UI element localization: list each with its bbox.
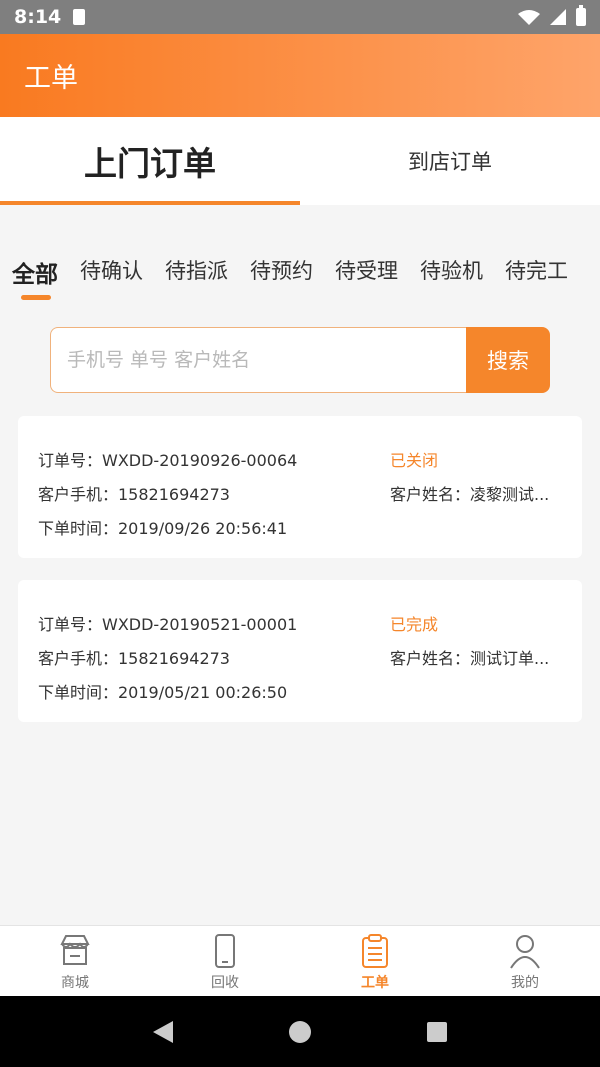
nav-item-work-order[interactable]: 工单 [300,926,450,996]
order-status: 已完成 [390,615,439,634]
customer-name: 客户姓名：凌黎测试... [390,485,550,504]
status-time: 8:14 [14,6,62,28]
nav-item-mine[interactable]: 我的 [450,926,600,996]
recent-apps-icon[interactable] [427,1021,447,1042]
order-card[interactable]: 订单号：WXDD-20190521-00001 已完成 客户手机：1582169… [18,580,582,722]
app-bar: 工单 [0,34,600,117]
tab-label: 到店订单 [408,150,492,174]
page-title: 工单 [24,63,78,94]
tab-label: 上门订单 [84,144,216,183]
signal-icon [550,9,566,25]
order-type-tabs: 上门订单 到店订单 [0,117,600,205]
home-icon[interactable] [289,1020,311,1043]
user-icon [510,935,540,969]
order-number: 订单号：WXDD-20190521-00001 [38,615,298,634]
clipboard-icon [362,934,388,968]
tab-home-visit-orders[interactable]: 上门订单 [0,117,300,205]
status-filter-tabs: 全部 待确认 待指派 待预约 待受理 待验机 待完工 [0,255,600,305]
order-number: 订单号：WXDD-20190926-00064 [38,451,298,470]
filter-pending-inspection[interactable]: 待验机 [420,255,483,299]
filter-pending-assign[interactable]: 待指派 [165,255,228,299]
customer-phone: 客户手机：15821694273 [38,485,230,504]
customer-phone: 客户手机：15821694273 [38,649,230,668]
wifi-icon [518,10,540,25]
phone-icon [215,934,235,968]
nav-label: 商城 [61,975,89,991]
filter-pending-confirm[interactable]: 待确认 [80,255,143,299]
filter-all[interactable]: 全部 [12,255,58,300]
sd-card-icon [73,9,86,25]
order-time: 下单时间：2019/09/26 20:56:41 [38,519,288,538]
filter-pending-appointment[interactable]: 待预约 [250,255,313,299]
order-status: 已关闭 [390,451,439,470]
order-card[interactable]: 订单号：WXDD-20190926-00064 已关闭 客户手机：1582169… [18,416,582,558]
bottom-navigation: 商城 回收 工单 我的 [0,925,600,996]
battery-icon [576,5,586,26]
order-time: 下单时间：2019/05/21 00:26:50 [38,683,288,702]
status-icons [518,5,586,26]
filter-pending-accept[interactable]: 待受理 [335,255,398,299]
system-navigation-bar [0,996,600,1067]
search-bar: 搜索 [50,327,550,393]
back-icon[interactable] [153,1020,173,1043]
nav-label: 回收 [211,975,239,991]
tab-in-store-orders[interactable]: 到店订单 [300,117,600,205]
nav-label: 工单 [361,975,389,991]
customer-name: 客户姓名：测试订单... [390,649,550,668]
status-bar: 8:14 [0,0,600,34]
nav-item-store[interactable]: 商城 [0,926,150,996]
nav-item-recycle[interactable]: 回收 [150,926,300,996]
store-icon [60,935,90,965]
search-button[interactable]: 搜索 [466,327,550,393]
order-list: 订单号：WXDD-20190926-00064 已关闭 客户手机：1582169… [18,416,582,744]
filter-pending-completion[interactable]: 待完工 [505,255,568,299]
search-input[interactable] [50,327,466,393]
nav-label: 我的 [511,975,539,991]
